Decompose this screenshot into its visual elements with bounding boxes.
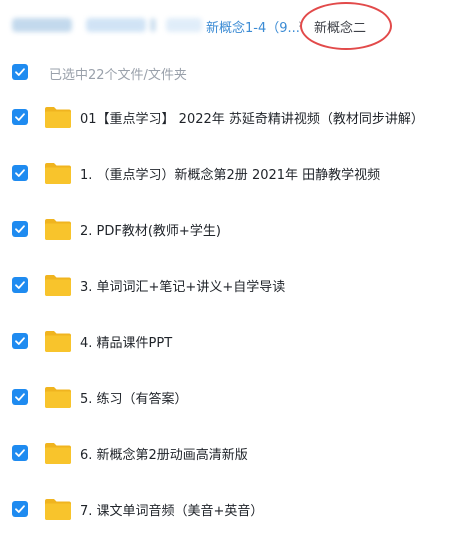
file-list: 01【重点学习】 2022年 苏延奇精讲视频（教材同步讲解） 1. （重点学习）新… [0, 90, 470, 535]
file-checkbox[interactable] [12, 333, 28, 349]
file-checkbox[interactable] [12, 277, 28, 293]
file-name[interactable]: 6. 新概念第2册动画高清新版 [80, 444, 248, 463]
breadcrumb: 新概念1-4（9... › 新概念二 [0, 0, 470, 54]
selection-bar: 已选中22个文件/文件夹 [0, 54, 470, 90]
file-row[interactable]: 7. 课文单词音频（美音+英音） [0, 482, 470, 535]
blurred-breadcrumb-segment [150, 18, 156, 32]
checkmark-icon [15, 505, 25, 513]
file-checkbox[interactable] [12, 221, 28, 237]
file-row[interactable]: 5. 练习（有答案） [0, 370, 470, 426]
file-checkbox[interactable] [12, 109, 28, 125]
folder-icon [45, 387, 71, 408]
file-checkbox[interactable] [12, 389, 28, 405]
file-checkbox[interactable] [12, 445, 28, 461]
folder-icon [45, 275, 71, 296]
blurred-breadcrumb-segment [166, 18, 202, 32]
file-row[interactable]: 3. 单词词汇+笔记+讲义+自学导读 [0, 258, 470, 314]
breadcrumb-parent-link[interactable]: 新概念1-4（9... [206, 17, 300, 36]
file-name[interactable]: 4. 精品课件PPT [80, 332, 172, 351]
file-name[interactable]: 5. 练习（有答案） [80, 388, 188, 407]
file-name[interactable]: 01【重点学习】 2022年 苏延奇精讲视频（教材同步讲解） [80, 108, 424, 127]
folder-icon [45, 331, 71, 352]
checkmark-icon [15, 169, 25, 177]
folder-icon [45, 499, 71, 520]
file-row[interactable]: 2. PDF教材(教师+学生) [0, 202, 470, 258]
file-checkbox[interactable] [12, 501, 28, 517]
file-row[interactable]: 6. 新概念第2册动画高清新版 [0, 426, 470, 482]
checkmark-icon [15, 393, 25, 401]
folder-icon [45, 219, 71, 240]
folder-icon [45, 107, 71, 128]
checkmark-icon [15, 281, 25, 289]
checkmark-icon [15, 225, 25, 233]
blurred-breadcrumb-segment [12, 18, 72, 32]
highlight-annotation-circle [300, 2, 392, 50]
blurred-breadcrumb-segment [86, 18, 146, 32]
file-row[interactable]: 1. （重点学习）新概念第2册 2021年 田静教学视频 [0, 146, 470, 202]
checkmark-icon [15, 68, 25, 76]
folder-icon [45, 163, 71, 184]
checkmark-icon [15, 449, 25, 457]
file-name[interactable]: 3. 单词词汇+笔记+讲义+自学导读 [80, 276, 285, 295]
file-name[interactable]: 2. PDF教材(教师+学生) [80, 220, 221, 239]
file-name[interactable]: 7. 课文单词音频（美音+英音） [80, 500, 263, 519]
checkmark-icon [15, 337, 25, 345]
folder-icon [45, 443, 71, 464]
checkmark-icon [15, 113, 25, 121]
selection-status-text: 已选中22个文件/文件夹 [49, 68, 187, 83]
select-all-checkbox[interactable] [12, 64, 28, 80]
file-checkbox[interactable] [12, 165, 28, 181]
file-row[interactable]: 4. 精品课件PPT [0, 314, 470, 370]
file-name[interactable]: 1. （重点学习）新概念第2册 2021年 田静教学视频 [80, 164, 380, 183]
file-row[interactable]: 01【重点学习】 2022年 苏延奇精讲视频（教材同步讲解） [0, 90, 470, 146]
